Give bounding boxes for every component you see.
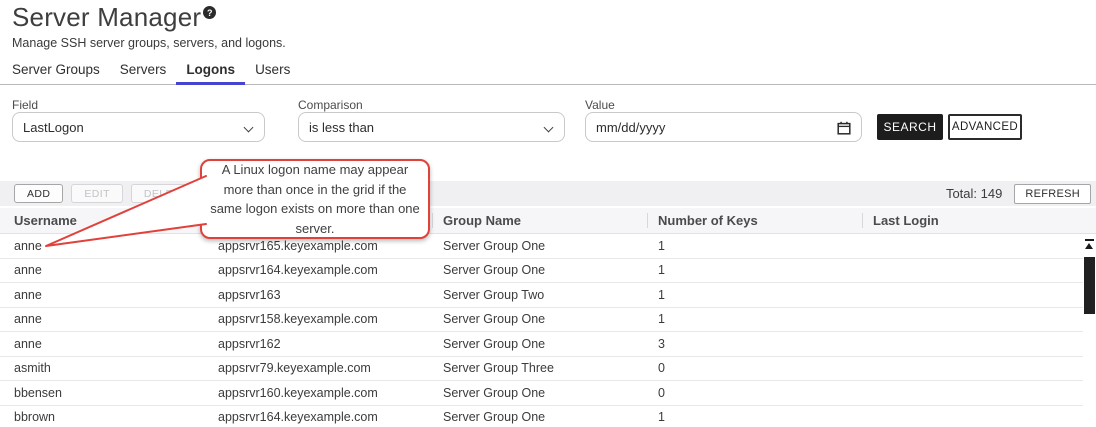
cell-username: asmith <box>14 361 218 375</box>
cell-group: Server Group One <box>443 312 658 326</box>
cell-username: bbrown <box>14 410 218 424</box>
cell-group: Server Group One <box>443 263 658 277</box>
advanced-button[interactable]: ADVANCED <box>948 114 1022 140</box>
vertical-scrollbar <box>1083 236 1096 427</box>
help-icon[interactable]: ? <box>203 6 216 19</box>
search-button[interactable]: SEARCH <box>877 114 943 140</box>
scroll-up-icon[interactable] <box>1085 239 1094 250</box>
comparison-select-value: is less than <box>309 120 374 135</box>
cell-server: appsrvr164.keyexample.com <box>218 410 443 424</box>
cell-server: appsrvr79.keyexample.com <box>218 361 443 375</box>
column-divider <box>432 213 433 228</box>
cell-keys: 1 <box>658 263 873 277</box>
date-value-input[interactable]: mm/dd/yyyy <box>585 112 862 142</box>
chevron-down-icon <box>544 123 554 133</box>
column-divider <box>862 213 863 228</box>
cell-server: appsrvr160.keyexample.com <box>218 386 443 400</box>
table-row[interactable]: anne appsrvr158.keyexample.com Server Gr… <box>0 308 1084 333</box>
value-label: Value <box>585 98 615 112</box>
date-placeholder: mm/dd/yyyy <box>596 120 665 135</box>
table-row[interactable]: anne appsrvr162 Server Group One 3 <box>0 332 1084 357</box>
cell-keys: 3 <box>658 337 873 351</box>
refresh-button[interactable]: REFRESH <box>1014 184 1091 204</box>
col-group-name[interactable]: Group Name <box>443 213 658 228</box>
tab-users[interactable]: Users <box>245 60 300 84</box>
table-row[interactable]: anne appsrvr163 Server Group Two 1 <box>0 283 1084 308</box>
cell-username: anne <box>14 263 218 277</box>
page-subtitle: Manage SSH server groups, servers, and l… <box>12 36 286 50</box>
cell-group: Server Group One <box>443 410 658 424</box>
total-count: Total: 149 <box>946 186 1002 201</box>
cell-keys: 1 <box>658 239 873 253</box>
cell-group: Server Group One <box>443 337 658 351</box>
chevron-down-icon <box>244 123 254 133</box>
cell-username: anne <box>14 337 218 351</box>
tab-logons[interactable]: Logons <box>176 60 245 85</box>
scrollbar-thumb[interactable] <box>1084 257 1095 314</box>
annotation-pointer <box>36 166 212 252</box>
cell-server: appsrvr158.keyexample.com <box>218 312 443 326</box>
cell-keys: 0 <box>658 361 873 375</box>
col-last-login[interactable]: Last Login <box>873 213 1096 228</box>
cell-server: appsrvr163 <box>218 288 443 302</box>
comparison-label: Comparison <box>298 98 363 112</box>
cell-group: Server Group One <box>443 239 658 253</box>
page-head: Server Manager ? <box>12 2 216 33</box>
field-select[interactable]: LastLogon <box>12 112 265 142</box>
page-title: Server Manager <box>12 2 201 33</box>
tab-servers[interactable]: Servers <box>110 60 177 84</box>
field-label: Field <box>12 98 38 112</box>
field-select-value: LastLogon <box>23 120 84 135</box>
comparison-select[interactable]: is less than <box>298 112 565 142</box>
cell-group: Server Group Two <box>443 288 658 302</box>
tab-server-groups[interactable]: Server Groups <box>2 60 110 84</box>
cell-username: anne <box>14 312 218 326</box>
cell-server: appsrvr164.keyexample.com <box>218 263 443 277</box>
col-number-of-keys[interactable]: Number of Keys <box>658 213 873 228</box>
cell-server: appsrvr165.keyexample.com <box>218 239 443 253</box>
column-divider <box>647 213 648 228</box>
annotation-text: A Linux logon name may appear more than … <box>210 160 420 238</box>
table-row[interactable]: asmith appsrvr79.keyexample.com Server G… <box>0 357 1084 382</box>
calendar-icon[interactable] <box>837 121 851 138</box>
cell-group: Server Group One <box>443 386 658 400</box>
table-row[interactable]: bbrown appsrvr164.keyexample.com Server … <box>0 406 1084 427</box>
cell-keys: 1 <box>658 410 873 424</box>
cell-keys: 0 <box>658 386 873 400</box>
annotation-callout: A Linux logon name may appear more than … <box>200 159 430 239</box>
cell-username: anne <box>14 288 218 302</box>
table-row[interactable]: bbensen appsrvr160.keyexample.com Server… <box>0 381 1084 406</box>
tabbar: Server Groups Servers Logons Users <box>0 60 1096 85</box>
table-row[interactable]: anne appsrvr164.keyexample.com Server Gr… <box>0 259 1084 284</box>
cell-group: Server Group Three <box>443 361 658 375</box>
cell-username: bbensen <box>14 386 218 400</box>
cell-keys: 1 <box>658 312 873 326</box>
cell-server: appsrvr162 <box>218 337 443 351</box>
cell-keys: 1 <box>658 288 873 302</box>
table-body: anne appsrvr165.keyexample.com Server Gr… <box>0 234 1084 427</box>
server-manager-page: Server Manager ? Manage SSH server group… <box>0 0 1096 427</box>
